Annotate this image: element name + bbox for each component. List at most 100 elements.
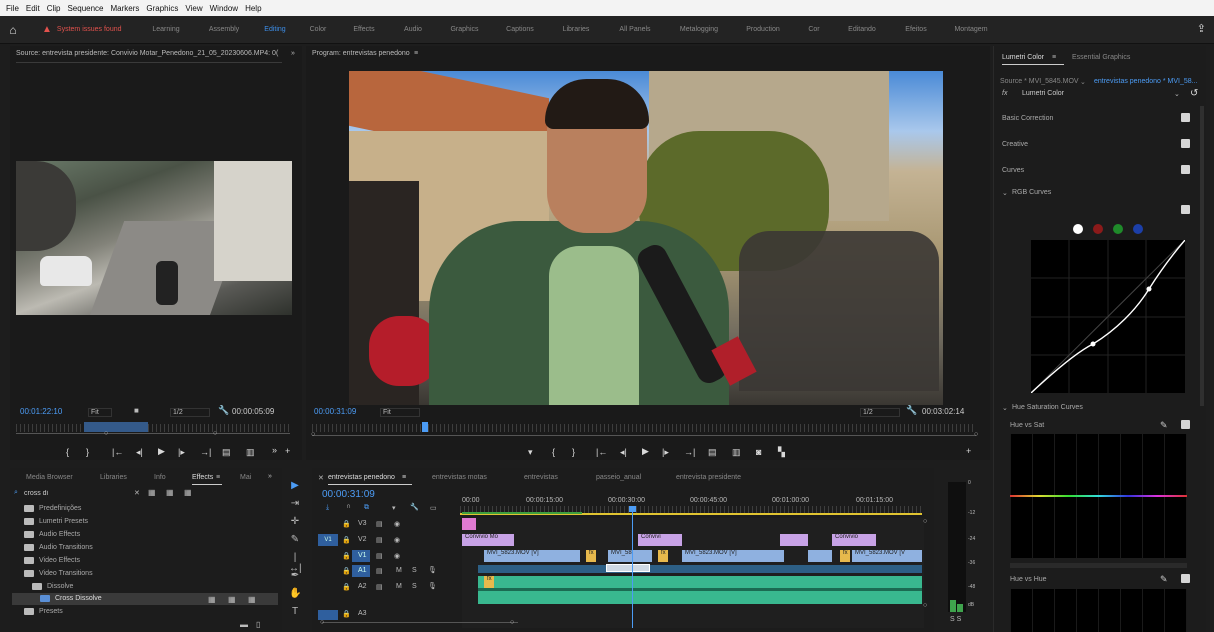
tab-media-browser[interactable]: Media Browser: [26, 474, 73, 481]
program-step-forward-icon[interactable]: |▸: [662, 447, 669, 458]
ws-tab-montagem[interactable]: Montagem: [942, 26, 1000, 33]
folder-dissolve[interactable]: Dissolve: [32, 583, 73, 590]
v3-clip[interactable]: [462, 518, 476, 530]
hue-vs-hue-graph[interactable]: [1010, 589, 1187, 632]
a2-voiceover-icon[interactable]: 🎙: [428, 582, 437, 590]
rgb-curve-graph[interactable]: [1030, 239, 1186, 394]
program-zoom-bar[interactable]: [312, 435, 976, 436]
seq-tab-presidente[interactable]: entrevista presidente: [676, 474, 741, 481]
program-mark-in-icon[interactable]: {: [552, 447, 555, 457]
timeline-vscroll-handle-top[interactable]: ○: [923, 518, 927, 525]
ws-tab-assembly[interactable]: Assembly: [195, 26, 253, 33]
a1-label[interactable]: A1: [358, 567, 367, 574]
clear-search-icon[interactable]: ✕: [134, 489, 140, 497]
a1-sync-icon[interactable]: ▤: [376, 567, 383, 575]
title-clip-2[interactable]: Convivi: [638, 534, 682, 546]
source-settings-wrench-icon[interactable]: 🔧: [218, 405, 229, 416]
source-title[interactable]: Source: entrevista presidente: Convivio …: [16, 50, 278, 57]
menu-clip[interactable]: Clip: [47, 4, 61, 13]
seq-tab-passeio[interactable]: passeio_anual: [596, 474, 641, 481]
menu-graphics[interactable]: Graphics: [146, 4, 178, 13]
video-clip-1[interactable]: MVI_5823.MOV [V]: [484, 550, 580, 562]
a2-mute-icon[interactable]: M: [396, 583, 402, 590]
a3-lock-icon[interactable]: 🔒: [342, 610, 351, 618]
a1-audio-clip[interactable]: [478, 565, 922, 573]
tab-lumetri-color[interactable]: Lumetri Color: [1002, 54, 1044, 61]
source-overwrite-icon[interactable]: ▥: [246, 447, 255, 458]
meter-solo-buttons[interactable]: S S: [950, 616, 961, 623]
timeline-vscroll-handle-bottom[interactable]: ○: [923, 602, 927, 609]
a2-solo-icon[interactable]: S: [412, 583, 417, 590]
program-play-icon[interactable]: ▶: [642, 446, 649, 457]
selection-tool-icon[interactable]: ▶: [289, 480, 301, 491]
add-marker-icon[interactable]: ▾: [392, 504, 396, 512]
section-curves[interactable]: Curves: [1002, 167, 1024, 174]
v1-eye-icon[interactable]: ◉: [394, 552, 400, 560]
program-step-back-icon[interactable]: ◂|: [620, 447, 627, 458]
v2-lock-icon[interactable]: 🔒: [342, 536, 351, 544]
v3-eye-icon[interactable]: ◉: [394, 520, 400, 528]
curve-point-low[interactable]: [1090, 341, 1096, 347]
timeline-settings-icon[interactable]: 🔧: [410, 503, 419, 511]
ws-tab-learning[interactable]: Learning: [137, 26, 195, 33]
channel-green-icon[interactable]: [1113, 224, 1123, 234]
video-clip-4[interactable]: [808, 550, 832, 562]
program-lift-icon[interactable]: ▤: [708, 447, 717, 458]
source-go-to-in-icon[interactable]: |←: [112, 447, 123, 457]
title-clip-1[interactable]: Convivio Mo: [462, 534, 514, 546]
a2-sync-icon[interactable]: ▤: [376, 583, 383, 591]
source-mark-in-icon[interactable]: {: [66, 447, 69, 457]
v1-lock-icon[interactable]: 🔒: [342, 552, 351, 560]
linked-selection-icon[interactable]: ⧉: [364, 504, 369, 512]
source-zoom-handle-left[interactable]: ○: [104, 430, 108, 437]
fx-badge-1[interactable]: fx: [586, 550, 596, 562]
folder-predefinicoes[interactable]: Predefinições: [24, 505, 81, 512]
ws-tab-graphics[interactable]: Graphics: [437, 26, 492, 33]
source-fit-dropdown[interactable]: Fit: [88, 408, 112, 417]
lumetri-effect-name[interactable]: Lumetri Color: [1022, 90, 1064, 97]
timeline-playhead-handle[interactable]: [629, 506, 636, 512]
tab-libraries[interactable]: Libraries: [100, 474, 127, 481]
a1-solo-icon[interactable]: S: [412, 567, 417, 574]
section-basic-correction[interactable]: Basic Correction: [1002, 115, 1053, 122]
hue-vs-sat-scrollbar[interactable]: [1010, 563, 1187, 568]
a1-selected-clip[interactable]: [606, 564, 650, 572]
pen-tool-icon[interactable]: ✒: [289, 570, 301, 581]
insert-nest-icon[interactable]: ⤓: [326, 504, 329, 512]
32bit-effects-icon[interactable]: ▦: [166, 488, 174, 497]
channel-white-icon[interactable]: [1073, 224, 1083, 234]
tab-effects[interactable]: Effects: [192, 474, 213, 481]
video-clip-2[interactable]: MVI_58: [608, 550, 652, 562]
ws-tab-efeitos[interactable]: Efeitos: [890, 26, 942, 33]
program-settings-wrench-icon[interactable]: 🔧: [906, 405, 917, 416]
section-creative[interactable]: Creative: [1002, 141, 1028, 148]
lumetri-reset-icon[interactable]: ↺: [1190, 88, 1198, 99]
ws-tab-captions[interactable]: Captions: [492, 26, 548, 33]
v3-label[interactable]: V3: [358, 520, 367, 527]
creative-checkbox[interactable]: [1181, 139, 1190, 148]
ws-tab-audio[interactable]: Audio: [389, 26, 437, 33]
program-title[interactable]: Program: entrevistas penedono: [312, 50, 410, 57]
program-zoom-handle-left[interactable]: ○: [311, 431, 315, 438]
v1-label[interactable]: V1: [358, 552, 367, 559]
lumetri-sequence-clip[interactable]: entrevistas penedono * MVI_58...: [1094, 78, 1198, 85]
a2-audio-clip[interactable]: [478, 576, 922, 604]
ws-tab-libraries[interactable]: Libraries: [548, 26, 604, 33]
trash-icon[interactable]: ▯: [256, 620, 260, 629]
track-select-tool-icon[interactable]: ⇥: [289, 498, 301, 509]
v2-eye-icon[interactable]: ◉: [394, 536, 400, 544]
accelerated-effects-icon[interactable]: ▦: [148, 488, 156, 497]
program-timecode[interactable]: 00:00:31:09: [314, 407, 356, 416]
tab-info[interactable]: Info: [154, 474, 166, 481]
hue-saturation-curves-label[interactable]: Hue Saturation Curves: [1012, 404, 1083, 411]
program-resolution-dropdown[interactable]: 1/2: [860, 408, 900, 417]
source-play-icon[interactable]: ▶: [158, 446, 165, 457]
hue-vs-sat-eyedropper-icon[interactable]: ✎: [1160, 420, 1168, 431]
seq-tab-menu-icon[interactable]: ≡: [402, 474, 406, 481]
hand-tool-icon[interactable]: ✋: [289, 588, 301, 599]
folder-video-transitions[interactable]: Video Transitions: [24, 570, 93, 577]
fx-badge-2[interactable]: fx: [658, 550, 668, 562]
folder-lumetri-presets[interactable]: Lumetri Presets: [24, 518, 88, 525]
ws-tab-editing[interactable]: Editing: [253, 26, 297, 33]
curves-checkbox[interactable]: [1181, 165, 1190, 174]
